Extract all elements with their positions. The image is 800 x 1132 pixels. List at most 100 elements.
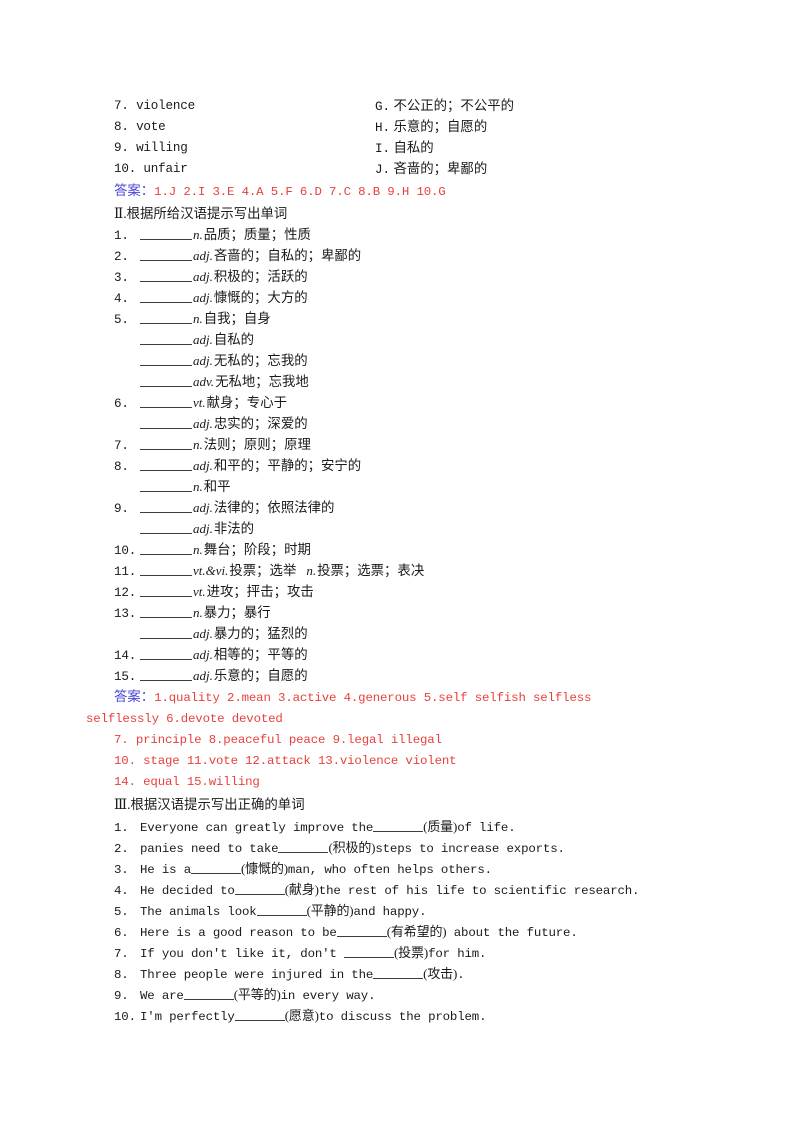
answer-blank[interactable] [191,861,241,874]
sentence-row: 2. panies need to take (积极的)steps to incre… [114,837,734,858]
gloss-text: 乐意的；自愿的 [213,668,308,684]
part-of-speech: n. [193,311,203,327]
sentence-row: 3. He is a (慷慨的)man, who often helps other… [114,858,734,879]
answer-blank[interactable] [140,331,192,346]
word-form-row: 8. adj.和平的；平静的；安宁的 [114,455,734,476]
word-form-number: 14. [114,649,137,664]
answer-blank[interactable] [140,667,192,682]
word-form-number: 7. [114,439,129,454]
word-form-row: 12. vt.进攻；抨击；攻击 [114,581,734,602]
answer-blank[interactable] [140,394,192,409]
sentence-text-after: . [457,967,465,982]
sentence-number: 3. [114,862,129,877]
sentence-number: 10. [114,1009,136,1024]
answer-blank[interactable] [140,415,192,430]
match-meaning: 自私的 [393,139,434,155]
answer-blank[interactable] [373,966,424,979]
answer-label: 答案： [114,689,155,705]
answer-blank[interactable] [344,945,394,958]
word-form-row: n.和平 [114,476,734,497]
word-form-row: 6. vt.献身；专心于 [114,392,734,413]
answer-blank[interactable] [256,903,307,916]
part-of-speech: adj. [193,269,213,285]
gloss-text: 无私的；忘我的 [213,353,308,369]
sentence-row: 5. The animals look (平静的)and happy. [114,900,734,921]
answer-blank[interactable] [140,310,192,325]
gloss-text: 法律的；依照法律的 [213,500,335,516]
answer-blank[interactable] [140,478,192,493]
answer-blank[interactable] [140,352,192,367]
section-two-title: 根据所给汉语提示写出单词 [126,205,288,221]
answer-line: selflessly 6.devote devoted [86,712,283,727]
gloss-text: 和平 [203,479,231,495]
sentence-row: 9. We are (平等的)in every way. [114,984,734,1005]
gloss-text: 品质；质量；性质 [203,227,311,243]
answer-blank[interactable] [140,499,192,514]
match-meaning: 不公正的；不公平的 [393,98,514,113]
answer-blank[interactable] [140,268,192,283]
match-right-item: H. 乐意的；自愿的 [375,117,487,139]
answer-blank[interactable] [140,604,192,619]
sentence-row: 4. He decided to (献身)the rest of his life … [114,879,734,900]
section-two-heading: Ⅱ.根据所给汉语提示写出单词 [114,203,734,225]
answer-blank[interactable] [140,457,192,472]
chinese-hint: (慷慨的) [241,860,288,876]
gloss-text: 自我；自身 [203,311,271,327]
document-page: 7. violence G. 不公正的；不公平的 8. vote H. 乐意的；… [0,0,800,1132]
match-meaning: 乐意的；自愿的 [393,118,488,134]
part-of-speech: adj. [193,353,213,369]
answer-blank[interactable] [234,882,285,895]
match-letter: H. [375,120,391,135]
part-of-speech: adj. [193,458,213,474]
gloss-text: 献身；专心于 [206,395,287,411]
answer-blank[interactable] [140,373,192,388]
sentence-text-after: of life. [457,820,516,835]
match-right-item: G. 不公正的；不公平的 [375,96,514,118]
section-three-heading: Ⅲ.根据汉语提示写出正确的单词 [114,793,734,816]
gloss-text: 暴力的；猛烈的 [213,626,308,642]
table-row: 10. unfair J. 吝啬的；卑鄙的 [114,159,734,180]
match-right-item: J. 吝啬的；卑鄙的 [375,159,487,181]
answer-text: 1.J 2.I 3.E 4.A 5.F 6.D 7.C 8.B 9.H 10.G [154,184,446,199]
gloss-text: 投票；选举 [229,563,297,579]
answer-blank[interactable] [140,226,192,241]
answer-blank[interactable] [140,562,192,577]
answer-blank[interactable] [140,583,192,598]
word-form-row: adj.暴力的；猛烈的 [114,623,734,644]
answer-blank[interactable] [140,289,192,304]
part-of-speech: n. [193,605,203,621]
answer-blank[interactable] [336,924,387,937]
answer-blank[interactable] [183,987,234,1000]
page-content: 7. violence G. 不公正的；不公平的 8. vote H. 乐意的；… [86,96,734,1026]
answer-blank[interactable] [140,541,192,556]
answer-blank[interactable] [373,819,424,832]
sentence-text-before: If you don't like it, don't [140,946,344,961]
match-left-item: 8. vote [114,119,166,134]
answer-blank[interactable] [278,840,329,853]
answer-label: 答案： [114,182,155,198]
match-left-item: 7. violence [114,99,195,113]
part-of-speech: vt. [193,395,206,411]
answer-blank[interactable] [140,625,192,640]
answer-blank[interactable] [140,646,192,661]
answer-blank[interactable] [140,520,192,535]
chinese-hint: (愿意) [284,1007,319,1023]
sentence-text-before: Three people were injured in the [140,967,374,982]
sentence-row: 1. Everyone can greatly improve the (质量)of… [114,816,734,837]
match-meaning: 吝啬的；卑鄙的 [393,160,488,176]
word-form-row: 10. n.舞台；阶段；时期 [114,539,734,560]
sentence-text-before: He decided to [140,883,235,898]
part-of-speech: adj. [193,248,213,264]
answer-blank[interactable] [234,1008,285,1021]
word-form-row: 15. adj.乐意的；自愿的 [114,665,734,686]
section-three-list: 1. Everyone can greatly improve the (质量)of… [114,816,734,1026]
sentence-text-before: panies need to take [140,841,279,856]
chinese-hint: (有希望的) [386,923,447,939]
part-of-speech: adj. [193,647,213,663]
sentence-number: 6. [114,925,129,940]
sentence-number: 1. [114,820,129,835]
part-of-speech: adj. [193,290,213,306]
answer-blank[interactable] [140,436,192,451]
answer-blank[interactable] [140,247,192,262]
gloss-text-secondary: 投票；选票；表决 [317,563,425,579]
